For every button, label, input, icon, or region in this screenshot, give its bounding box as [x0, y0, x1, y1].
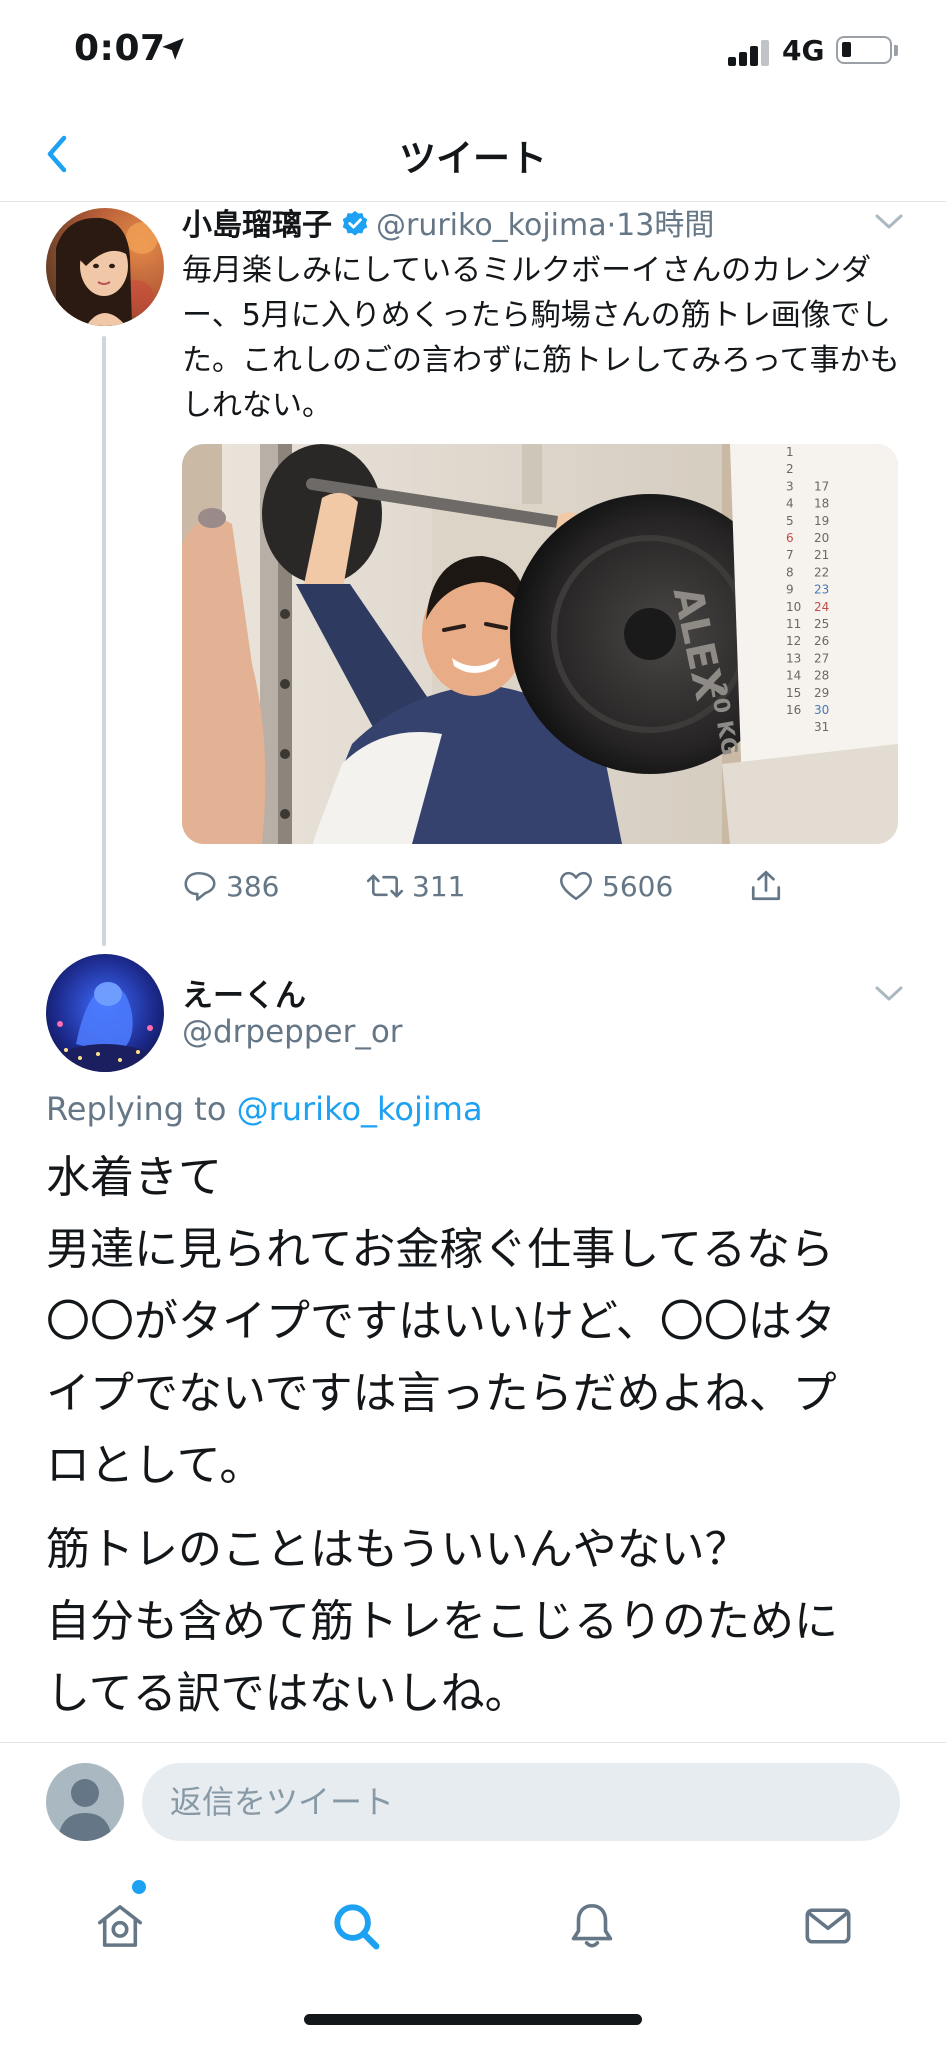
calendar-day: 22	[814, 565, 829, 579]
reply-text-line: ロとして。	[46, 1440, 264, 1491]
tweet-options-chevron-icon[interactable]	[874, 212, 904, 232]
tab-messages[interactable]	[788, 1886, 868, 1966]
calendar-day: 27	[814, 651, 829, 665]
replying-to-prefix: Replying to	[46, 1090, 227, 1128]
calendar-day: 15	[786, 686, 801, 700]
retweet-button[interactable]: 311	[366, 862, 465, 910]
home-indicator[interactable]	[304, 2014, 642, 2025]
calendar-day: 18	[814, 497, 829, 511]
tweet-author-handle[interactable]: @ruriko_kojima	[376, 208, 607, 243]
tweet-author-name[interactable]: 小島瑠璃子	[182, 208, 332, 243]
home-notification-dot	[132, 1880, 146, 1894]
reply-button[interactable]: 386	[182, 862, 279, 910]
reply-author-avatar[interactable]	[46, 954, 164, 1072]
calendar-day: 7	[786, 548, 794, 562]
reply-count: 386	[226, 869, 280, 903]
reply-text-paragraph-1: 水着きて 男達に見られてお金稼ぐ仕事してるなら 〇〇がタイプですはいいけど、〇〇…	[46, 1142, 916, 1502]
calendar-day: 12	[786, 634, 801, 648]
calendar-day: 9	[786, 583, 794, 597]
heart-icon	[560, 871, 592, 901]
calendar-day: 26	[814, 634, 829, 648]
reply-text-line: イプでないですは言ったらだめよね、プ	[46, 1368, 837, 1419]
reply-options-chevron-icon[interactable]	[874, 984, 904, 1004]
share-icon	[751, 870, 781, 901]
nav-header: ツイート	[0, 104, 946, 202]
share-button[interactable]	[748, 862, 784, 910]
reply-text-line: 自分も含めて筋トレをこじるりのために	[46, 1596, 838, 1647]
reply-icon	[184, 871, 216, 901]
current-user-avatar[interactable]	[46, 1763, 124, 1841]
reply-text-line: 筋トレのことはもういいんやない？	[46, 1524, 749, 1575]
avatar-photo	[46, 954, 164, 1072]
battery-icon	[836, 36, 892, 64]
tweet-dot-separator: ·	[606, 208, 617, 243]
calendar-day: 20	[814, 531, 829, 545]
calendar-day: 14	[786, 669, 801, 683]
page-title: ツイート	[399, 137, 547, 180]
calendar-day: 28	[814, 669, 829, 683]
calendar-day: 6	[786, 531, 794, 545]
calendar-day: 25	[814, 617, 829, 631]
retweet-count: 311	[412, 869, 466, 903]
notifications-icon	[571, 1903, 613, 1948]
verified-badge-icon	[342, 210, 368, 236]
status-time: 0:07	[74, 28, 166, 69]
like-count: 5606	[602, 869, 674, 903]
calendar-day: 30	[814, 703, 829, 717]
tab-home[interactable]	[80, 1886, 160, 1966]
network-type: 4G	[782, 34, 825, 67]
retweet-icon	[366, 874, 404, 898]
tweet-header: 小島瑠璃子 @ruriko_kojima·13時間	[182, 200, 714, 244]
reply-author-name[interactable]: えーくん	[182, 970, 306, 1015]
calendar-day: 5	[786, 514, 794, 528]
calendar-day: 24	[814, 600, 829, 614]
replying-to-line: Replying to @ruriko_kojima	[46, 1090, 483, 1128]
calendar-day: 4	[786, 497, 794, 511]
messages-icon	[805, 1908, 851, 1944]
reply-text-line: 水着きて	[46, 1152, 222, 1203]
home-icon	[97, 1905, 143, 1947]
default-profile-icon	[58, 1779, 112, 1841]
avatar-photo	[46, 208, 164, 326]
calendar-day: 17	[814, 479, 829, 493]
signal-strength-icon	[728, 38, 772, 66]
calendar-day: 10	[786, 600, 801, 614]
tab-search[interactable]	[316, 1886, 396, 1966]
tab-notifications[interactable]	[552, 1886, 632, 1966]
calendar-day: 29	[814, 686, 829, 700]
search-icon	[334, 1904, 380, 1950]
reply-text-line: 〇〇がタイプですはいいけど、〇〇はタ	[46, 1296, 836, 1347]
tweet-timestamp[interactable]: 13時間	[616, 208, 714, 243]
calendar-day: 2	[786, 462, 794, 476]
reply-input[interactable]	[142, 1763, 900, 1841]
location-arrow-icon	[162, 38, 184, 60]
calendar-day: 13	[786, 651, 801, 665]
thread-connector-line	[102, 336, 106, 946]
calendar-day: 21	[814, 548, 829, 562]
calendar-day: 19	[814, 514, 829, 528]
tweet-text: 毎月楽しみにしているミルクボーイさんのカレンダー、5月に入りめくったら駒場さんの…	[182, 253, 900, 423]
replying-to-handle-link[interactable]: @ruriko_kojima	[237, 1090, 483, 1128]
battery-cap	[894, 45, 898, 56]
tweet-actions: 386 311 5606	[182, 862, 802, 910]
tweet-author-avatar[interactable]	[46, 208, 164, 326]
calendar-day: 31	[814, 720, 829, 734]
calendar-day: 16	[786, 703, 801, 717]
reply-text-line: してる訳ではないしね。	[46, 1668, 529, 1719]
reply-text-paragraph-2: 筋トレのことはもういいんやない？ 自分も含めて筋トレをこじるりのために してる訳…	[46, 1514, 916, 1730]
calendar-day: 23	[814, 583, 829, 597]
reply-composer	[0, 1742, 946, 1860]
calendar-day: 3	[786, 479, 794, 493]
tweet-media-image[interactable]: ALEX 20 KG 1 2 3 17 4 18 5 19 6 20 7 21 8 22 9 23 10 24 11…	[182, 444, 898, 844]
status-bar: 0:07 4G	[0, 0, 946, 104]
calendar-day: 11	[786, 617, 801, 631]
reply-author-handle[interactable]: @drpepper_or	[182, 1014, 403, 1050]
calendar-day: 1	[786, 445, 794, 459]
media-photo: ALEX 20 KG 123 174 185 196 207 218 229 2310 2411…	[182, 444, 898, 844]
calendar-day: 8	[786, 565, 794, 579]
like-button[interactable]: 5606	[558, 862, 673, 910]
reply-text-line: 男達に見られてお金稼ぐ仕事してるなら	[46, 1224, 835, 1275]
